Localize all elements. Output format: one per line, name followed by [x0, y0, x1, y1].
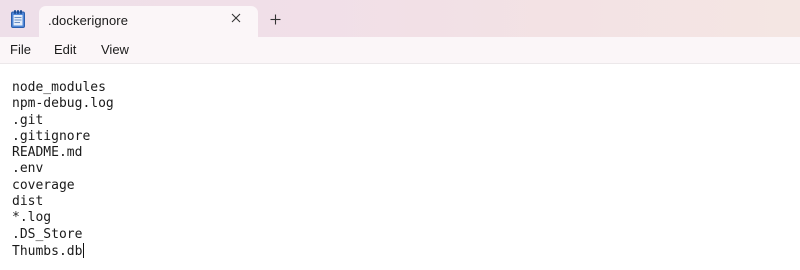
- menu-file[interactable]: File: [10, 42, 31, 57]
- editor-line: coverage: [12, 177, 75, 193]
- editor-line: README.md: [12, 145, 83, 161]
- editor-line: .DS_Store: [12, 226, 83, 242]
- menu-edit[interactable]: Edit: [54, 42, 76, 57]
- text-caret: [83, 242, 85, 258]
- editor-line: .git: [12, 112, 44, 128]
- plus-icon[interactable]: [268, 12, 282, 26]
- notepad-icon: [11, 10, 25, 28]
- menu-view[interactable]: View: [101, 42, 129, 57]
- editor-lines: node_modules npm-debug.log .git .gitigno…: [12, 80, 114, 259]
- tab-title: .dockerignore: [48, 13, 129, 28]
- text-editor[interactable]: node_modules npm-debug.log .git .gitigno…: [0, 64, 800, 270]
- editor-line: npm-debug.log: [12, 96, 114, 112]
- editor-line: .gitignore: [12, 128, 91, 144]
- editor-line: .env: [12, 161, 44, 177]
- title-bar: .dockerignore: [0, 0, 800, 37]
- close-icon[interactable]: [229, 11, 243, 25]
- menu-bar: File Edit View: [0, 37, 800, 64]
- editor-line: node_modules: [12, 80, 106, 95]
- editor-line: dist: [12, 194, 44, 210]
- editor-line-last: Thumbs.db: [12, 242, 114, 259]
- editor-line: *.log: [12, 210, 52, 226]
- tab-dockerignore[interactable]: .dockerignore: [39, 6, 258, 37]
- editor-line-text: Thumbs.db: [12, 243, 83, 259]
- notepad-window: .dockerignore File Edit View node_module…: [0, 0, 800, 270]
